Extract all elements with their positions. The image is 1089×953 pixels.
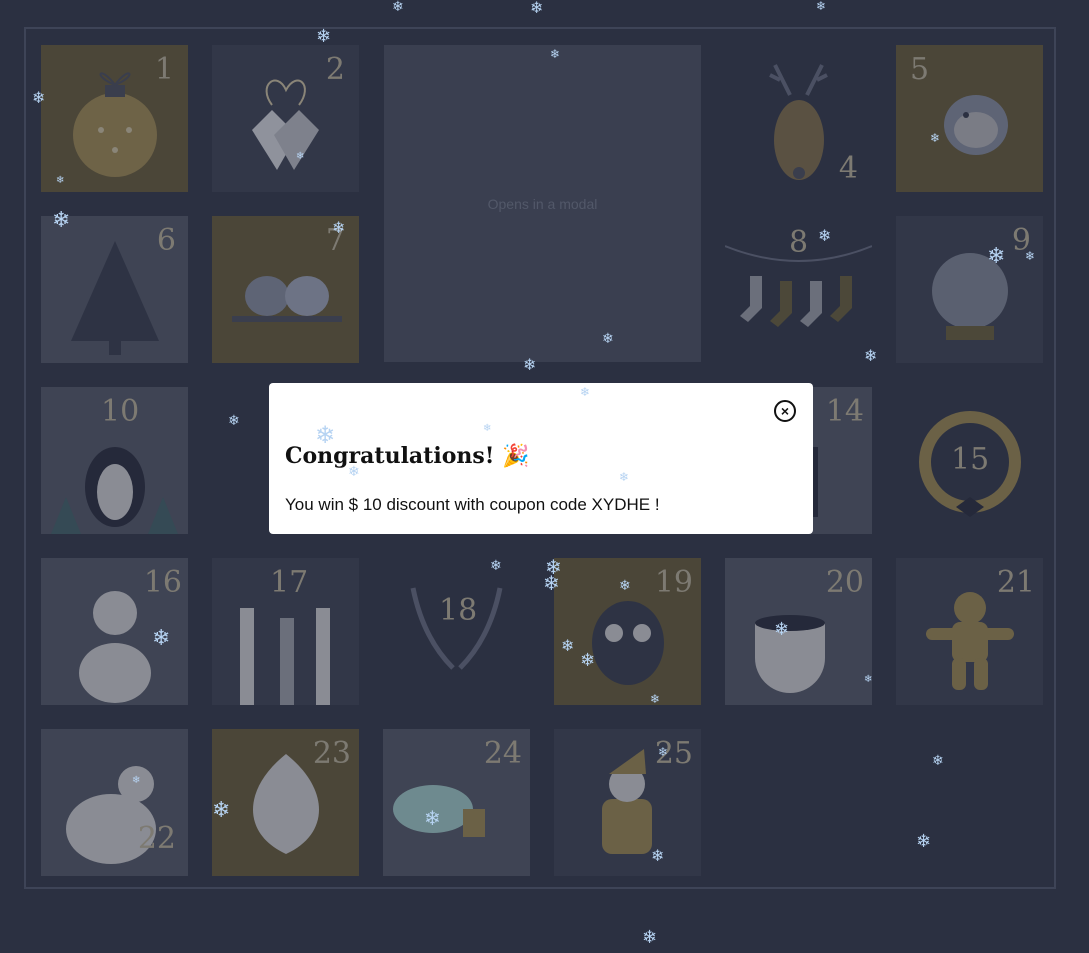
calendar-tile-9[interactable]: 9 [896, 216, 1043, 363]
calendar-tile-6[interactable]: 6 [41, 216, 188, 363]
calendar-tile-18[interactable]: 18 [383, 558, 530, 705]
reward-modal: × Congratulations! 🎉 You win $ 10 discou… [269, 383, 813, 534]
day-number: 8 [789, 225, 809, 260]
snowflake-icon: ❄ [642, 927, 658, 948]
day-number: 20 [825, 565, 864, 600]
day-number: 21 [996, 565, 1035, 600]
day-number: 22 [137, 821, 176, 856]
modal-title-text: Congratulations! [285, 443, 495, 469]
calendar-tile-15[interactable]: 15 [896, 387, 1043, 534]
close-circle-icon[interactable]: × [774, 400, 796, 422]
calendar-tile-5[interactable]: 5 [896, 45, 1043, 192]
day-number: 16 [143, 565, 182, 600]
calendar-tile-16[interactable]: 16 [41, 558, 188, 705]
day-number: 23 [312, 736, 351, 771]
day-number: 1 [154, 52, 174, 87]
calendar-tile-7[interactable]: 7 [212, 216, 359, 363]
day-number: 2 [325, 52, 345, 87]
calendar-tile-21[interactable]: 21 [896, 558, 1043, 705]
modal-hint-text: Opens in a modal [487, 195, 598, 212]
calendar-tile-25[interactable]: 25 [554, 729, 701, 876]
calendar-tile-1[interactable]: 1 [41, 45, 188, 192]
calendar-tile-8[interactable]: 8 [725, 216, 872, 363]
day-number: 5 [910, 52, 930, 87]
day-number: 6 [156, 223, 176, 258]
antlers-icon [410, 587, 503, 670]
calendar-tile-4[interactable]: 4 [725, 45, 872, 192]
calendar-tile-22[interactable]: 22 [41, 729, 188, 876]
party-popper-icon: 🎉 [502, 443, 530, 469]
day-number: 10 [101, 394, 140, 429]
calendar-tile-23[interactable]: 23 [212, 729, 359, 876]
day-number: 17 [270, 565, 309, 600]
modal-title: Congratulations! 🎉 [285, 443, 530, 469]
day-number: 7 [325, 223, 345, 258]
snowflake-icon: ❄ [392, 0, 404, 15]
snowflake-icon: ❄ [816, 0, 827, 13]
calendar-tile-10[interactable]: 10 [41, 387, 188, 534]
day-number: 4 [838, 151, 858, 186]
day-number: 18 [439, 593, 478, 628]
calendar-tile-17[interactable]: 17 [212, 558, 359, 705]
day-number: 19 [654, 565, 693, 600]
calendar-tile-19[interactable]: 19 [554, 558, 701, 705]
calendar-tile-20[interactable]: 20 [725, 558, 872, 705]
day-number: 14 [825, 394, 864, 429]
day-number: 24 [483, 736, 522, 771]
snowflake-icon: ❄ [530, 0, 544, 17]
day-number: 9 [1011, 223, 1031, 258]
calendar-tile-24[interactable]: 24 [383, 729, 530, 876]
day-number: 15 [951, 442, 990, 477]
calendar-tile-3[interactable]: Opens in a modal [384, 45, 701, 362]
day-number: 25 [654, 736, 693, 771]
calendar-tile-2[interactable]: 2 [212, 45, 359, 192]
modal-message: You win $ 10 discount with coupon code X… [285, 495, 660, 514]
